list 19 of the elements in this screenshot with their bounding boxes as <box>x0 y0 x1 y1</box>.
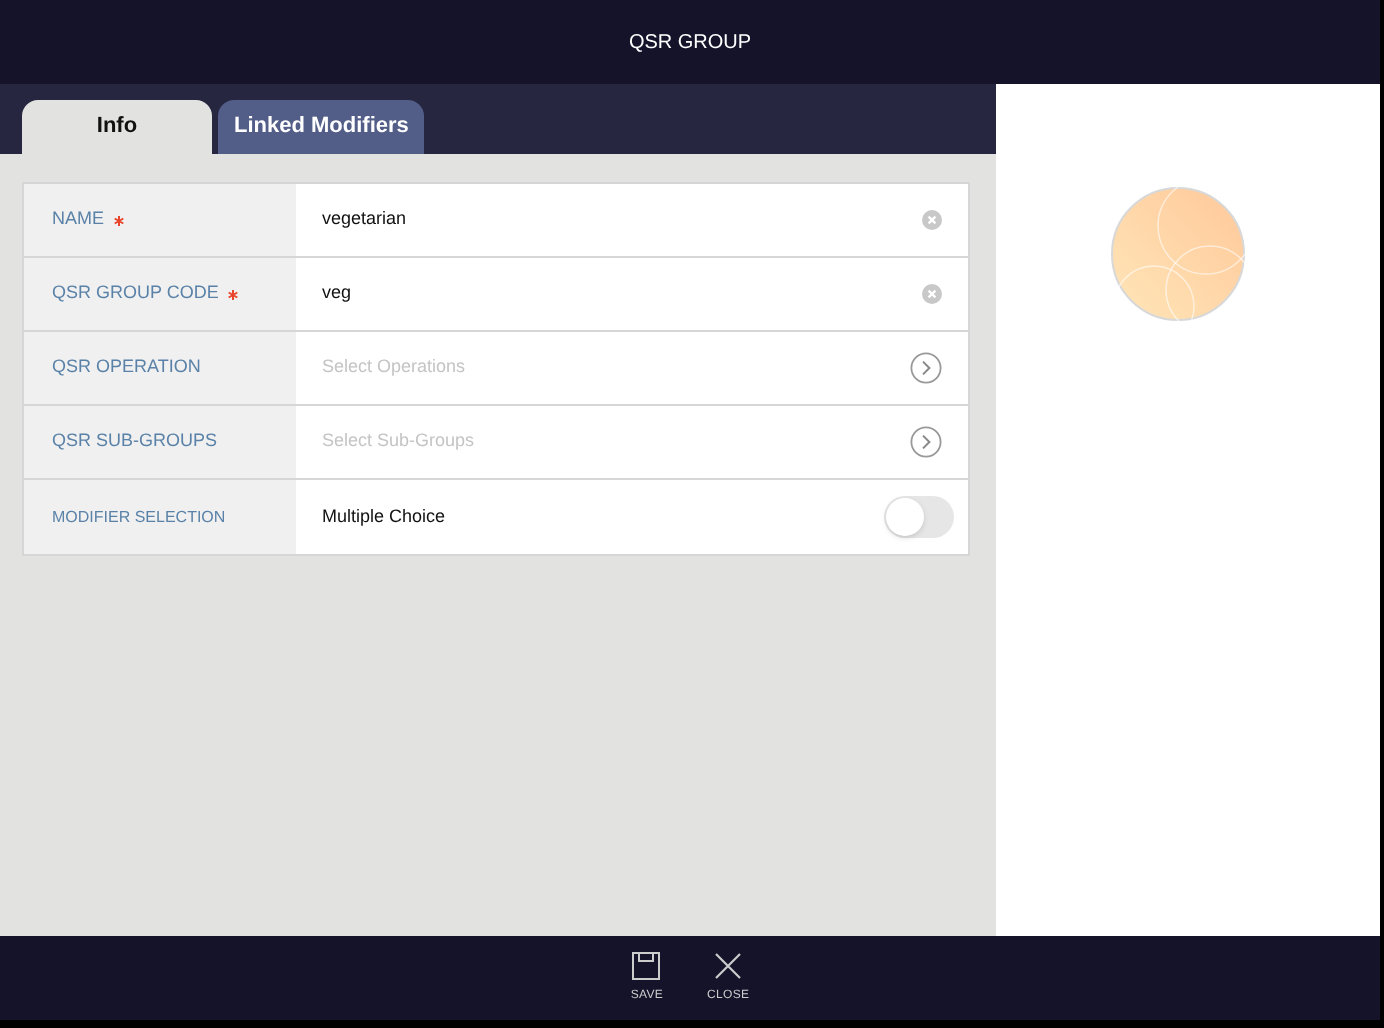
chevron-right-icon[interactable] <box>910 426 942 458</box>
avatar-placeholder <box>1110 186 1246 322</box>
close-icon <box>714 951 743 979</box>
clear-icon[interactable] <box>922 284 942 304</box>
save-icon <box>632 951 661 979</box>
toggle-label: Multiple Choice <box>322 503 446 530</box>
chevron-right-icon[interactable] <box>910 352 942 384</box>
field-label: QSR OPERATION <box>52 354 201 381</box>
field-label: QSR GROUP CODE <box>52 280 219 307</box>
input-field[interactable]: vegetarian <box>322 206 822 234</box>
input-field[interactable]: veg <box>322 280 822 308</box>
field-label: NAME <box>52 206 105 233</box>
field-label: MODIFIER SELECTION <box>52 505 226 529</box>
toggle-switch[interactable] <box>884 496 954 538</box>
clear-icon[interactable] <box>922 210 942 230</box>
window-title: QSR GROUP <box>628 29 752 57</box>
tab[interactable]: Linked Modifiers <box>218 100 425 154</box>
field-label: QSR SUB-GROUPS <box>52 428 218 455</box>
tab[interactable]: Info <box>22 100 212 154</box>
